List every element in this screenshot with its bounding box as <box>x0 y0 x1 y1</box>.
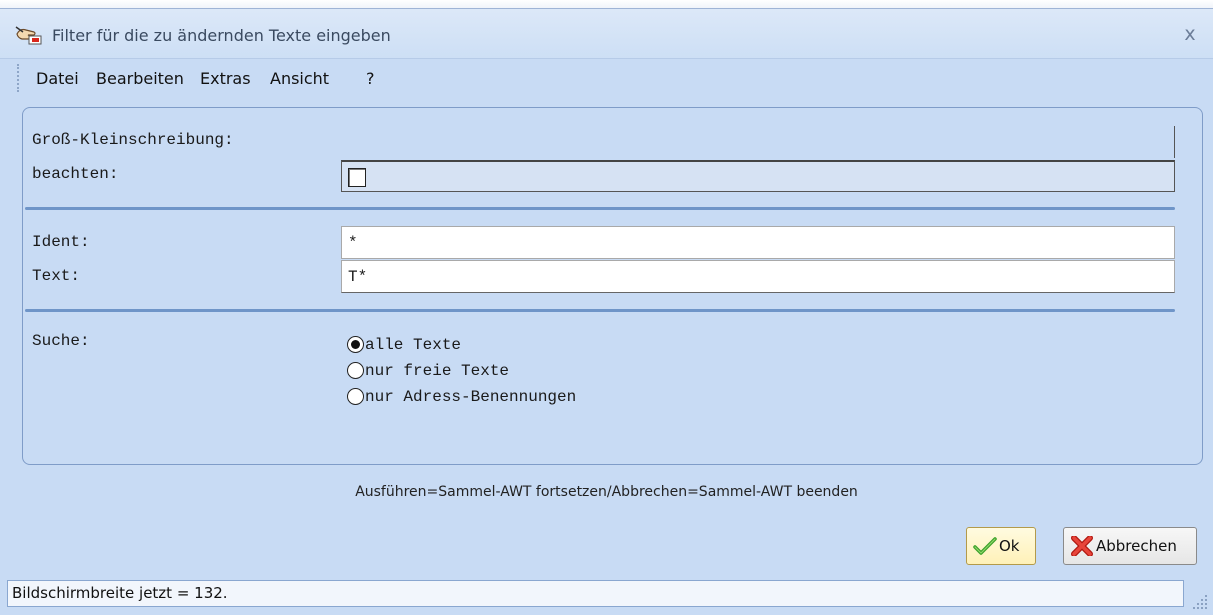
menu-help[interactable]: ? <box>366 69 375 88</box>
radio-free[interactable] <box>347 362 364 379</box>
ident-input[interactable]: * <box>341 226 1175 259</box>
status-text: Bildschirmbreite jetzt = 132. <box>12 584 228 602</box>
menu-grip <box>17 64 21 92</box>
title-bar: Filter für die zu ändernden Texte eingeb… <box>0 9 1213 59</box>
menu-ansicht[interactable]: Ansicht <box>270 69 329 88</box>
separator-2 <box>25 309 1175 312</box>
case-checkbox[interactable] <box>348 168 366 187</box>
cancel-label: Abbrechen <box>1096 537 1177 555</box>
checkmark-icon <box>973 536 997 556</box>
red-x-icon <box>1070 535 1094 557</box>
ok-button[interactable]: Ok <box>966 527 1036 565</box>
text-label: Text: <box>32 267 81 285</box>
close-button[interactable]: x <box>1177 22 1203 48</box>
text-input[interactable]: T* <box>341 260 1175 293</box>
radio-address-label: nur Adress-Benennungen <box>365 388 577 406</box>
hand-pen-icon <box>14 24 44 46</box>
menu-extras[interactable]: Extras <box>200 69 251 88</box>
case-label-beachten: beachten: <box>32 165 119 183</box>
radio-free-label: nur freie Texte <box>365 362 510 380</box>
case-field-upper <box>341 126 1175 158</box>
menu-bar: Datei Bearbeiten Extras Ansicht ? <box>0 60 1213 96</box>
radio-option-address[interactable]: nur Adress-Benennungen <box>347 386 677 410</box>
filter-panel: Groß-Kleinschreibung: beachten: Ident: *… <box>22 107 1203 465</box>
ok-label: Ok <box>999 537 1020 555</box>
separator-1 <box>25 207 1175 210</box>
ident-label: Ident: <box>32 233 90 251</box>
text-value: T* <box>348 268 368 286</box>
case-field <box>341 160 1175 192</box>
top-window-strip <box>0 0 1213 9</box>
radio-address[interactable] <box>347 388 364 405</box>
case-label: Groß-Kleinschreibung: <box>32 131 234 149</box>
status-bar: Bildschirmbreite jetzt = 132. <box>7 580 1184 607</box>
ident-value: * <box>348 234 358 252</box>
search-label: Suche: <box>32 332 90 350</box>
cancel-button[interactable]: Abbrechen <box>1063 527 1197 565</box>
radio-option-all[interactable]: alle Texte <box>347 334 677 358</box>
window-title: Filter für die zu ändernden Texte eingeb… <box>52 26 391 45</box>
menu-datei[interactable]: Datei <box>36 69 79 88</box>
radio-option-free[interactable]: nur freie Texte <box>347 360 677 384</box>
radio-all[interactable] <box>347 336 364 353</box>
resize-grip-icon[interactable] <box>1191 593 1209 611</box>
radio-all-label: alle Texte <box>365 336 462 354</box>
hint-text: Ausführen=Sammel-AWT fortsetzen/Abbreche… <box>355 484 858 500</box>
menu-bearbeiten[interactable]: Bearbeiten <box>96 69 184 88</box>
